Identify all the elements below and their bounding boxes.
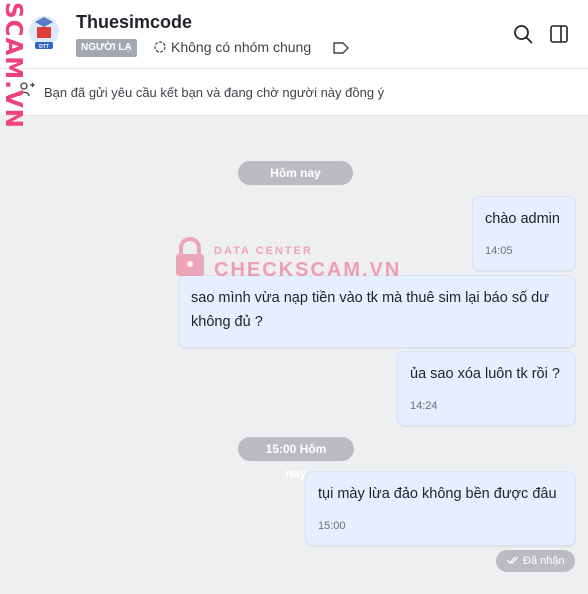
common-groups-label: Không có nhóm chung — [171, 39, 312, 55]
message-text: ủa sao xóa luôn tk rồi ? — [410, 366, 560, 382]
delivery-status-label: Đã nhận — [523, 555, 565, 567]
watermark-vertical: SCAM.VN — [0, 0, 24, 138]
message-text: chào admin — [485, 211, 560, 227]
common-groups[interactable]: Không có nhóm chung — [153, 39, 311, 55]
message-text: sao mình vừa nạp tiền vào tk mà thuê sim… — [191, 290, 549, 330]
message-bubble[interactable]: ủa sao xóa luôn tk rồi ? 14:24 — [397, 351, 576, 426]
message-bubble[interactable]: chào admin 14:05 — [472, 196, 576, 271]
contact-name[interactable]: Thuesimcode — [76, 12, 192, 33]
message-list[interactable]: Hôm nay chào admin 14:05 sao mình vừa nạ… — [0, 116, 588, 594]
date-separator: Hôm nay — [238, 161, 353, 185]
avatar-label: DTT — [39, 44, 49, 50]
search-icon[interactable] — [512, 23, 534, 45]
friend-request-notice: Bạn đã gửi yêu cầu kết bạn và đang chờ n… — [0, 69, 588, 116]
split-view-icon[interactable] — [548, 23, 570, 45]
tag-icon[interactable] — [332, 41, 350, 55]
message-time: 15:00 — [318, 520, 346, 532]
message-text: tụi mày lừa đảo không bền được đâu — [318, 486, 557, 502]
message-bubble[interactable]: tụi mày lừa đảo không bền được đâu 15:00 — [305, 471, 576, 546]
watermark-vertical-text: SCAM.VN — [0, 2, 24, 129]
chat-header: DTT Thuesimcode NGƯỜI LẠ Không có nhóm c… — [0, 0, 588, 69]
watermark-data-center: DATA CENTER — [214, 245, 313, 257]
stranger-badge: NGƯỜI LẠ — [76, 39, 137, 57]
date-separator: 15:00 Hôm nay — [238, 437, 354, 480]
delivery-status: Đã nhận — [496, 550, 575, 572]
notice-text: Bạn đã gửi yêu cầu kết bạn và đang chờ n… — [44, 85, 385, 100]
message-bubble[interactable]: sao mình vừa nạp tiền vào tk mà thuê sim… — [178, 275, 576, 348]
double-check-icon — [506, 556, 519, 564]
message-time: 14:05 — [485, 245, 513, 257]
lock-icon — [176, 237, 204, 276]
avatar[interactable]: DTT — [26, 12, 62, 54]
message-time: 14:24 — [410, 400, 438, 412]
group-icon — [154, 41, 166, 53]
watermark-brand: CHECKSCAM.VN — [214, 259, 402, 281]
